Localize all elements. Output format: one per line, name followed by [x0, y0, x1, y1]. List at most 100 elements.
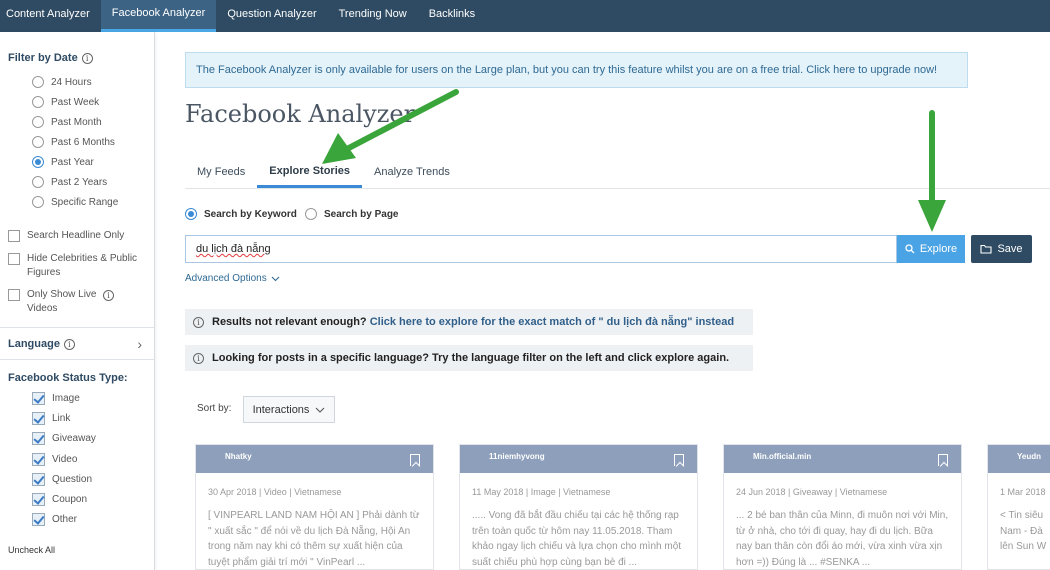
checkbox-other[interactable]: Other: [32, 513, 77, 526]
card-page-name[interactable]: 11niemhyvong: [489, 452, 545, 461]
sidebar-divider: [0, 327, 154, 328]
checkbox-checked-icon[interactable]: [32, 392, 45, 405]
checkbox-coupon[interactable]: Coupon: [32, 493, 87, 506]
info-icon[interactable]: i: [81, 52, 93, 64]
radio-past-6-months[interactable]: Past 6 Months: [32, 136, 115, 148]
radio-specific-range[interactable]: Specific Range: [32, 196, 118, 208]
tab-analyze-trends[interactable]: Analyze Trends: [362, 156, 462, 188]
save-button[interactable]: Save: [971, 235, 1032, 263]
checkbox-giveaway[interactable]: Giveaway: [32, 432, 96, 445]
radio-past-month[interactable]: Past Month: [32, 116, 102, 128]
upgrade-banner[interactable]: The Facebook Analyzer is only available …: [185, 52, 968, 88]
checkbox-checked-icon[interactable]: [32, 453, 45, 466]
info-icon[interactable]: i: [103, 290, 114, 301]
nav-backlinks[interactable]: Backlinks: [418, 0, 486, 27]
language-heading: Language: [8, 338, 60, 350]
chevron-right-icon: ›: [137, 336, 142, 352]
checkbox-image[interactable]: Image: [32, 392, 80, 405]
checkbox-label: Hide Celebrities & Public Figures: [27, 253, 138, 278]
radio-icon[interactable]: [32, 96, 44, 108]
filter-sidebar: Filter by Date i 24 Hours Past Week Past…: [0, 32, 155, 570]
uncheck-all-link[interactable]: Uncheck All: [8, 545, 55, 555]
checkbox-icon[interactable]: [8, 289, 20, 301]
tab-my-feeds[interactable]: My Feeds: [185, 156, 257, 188]
top-navigation: Content Analyzer Facebook Analyzer Quest…: [0, 0, 1050, 32]
checkbox-checked-icon[interactable]: [32, 412, 45, 425]
bookmark-icon[interactable]: [410, 454, 420, 466]
checkbox-icon[interactable]: [8, 230, 20, 242]
page-title: Facebook Analyzer: [185, 100, 416, 128]
radio-checked-icon[interactable]: [185, 208, 197, 220]
card-page-name[interactable]: Yeudn: [1017, 452, 1041, 461]
advanced-options-toggle[interactable]: Advanced Options: [185, 273, 280, 284]
radio-icon[interactable]: [32, 76, 44, 88]
radio-icon[interactable]: [32, 196, 44, 208]
radio-past-year[interactable]: Past Year: [32, 156, 94, 168]
checkbox-label: Giveaway: [52, 433, 96, 444]
nav-question-analyzer[interactable]: Question Analyzer: [216, 0, 327, 27]
checkbox-hide-celebrities[interactable]: Hide Celebrities & Public Figures: [8, 252, 148, 280]
radio-label: Search by Keyword: [204, 208, 297, 220]
radio-label: Search by Page: [324, 208, 399, 220]
checkbox-video[interactable]: Video: [32, 453, 77, 466]
card-text: ..... Vong đã bắt đầu chiếu tại các hệ t…: [472, 510, 682, 568]
radio-past-week[interactable]: Past Week: [32, 96, 99, 108]
bookmark-icon[interactable]: [938, 454, 948, 466]
radio-label: Past 2 Years: [51, 176, 108, 188]
bookmark-icon[interactable]: [674, 454, 684, 466]
card-meta: 11 May 2018 | Image | Vietnamese: [472, 487, 611, 497]
chevron-down-icon: [271, 276, 280, 281]
story-card[interactable]: 11niemhyvong 11 May 2018 | Image | Vietn…: [459, 444, 698, 570]
language-notice: i Looking for posts in a specific langua…: [185, 345, 753, 371]
checkbox-checked-icon[interactable]: [32, 493, 45, 506]
nav-trending-now[interactable]: Trending Now: [328, 0, 418, 27]
explore-label: Explore: [919, 243, 958, 255]
nav-content-analyzer[interactable]: Content Analyzer: [0, 0, 101, 27]
folder-icon: [980, 244, 993, 254]
search-input[interactable]: du lịch đà nẵng: [185, 235, 897, 263]
radio-search-by-keyword[interactable]: Search by Keyword: [185, 208, 297, 220]
card-page-name[interactable]: Nhatky: [225, 452, 252, 461]
card-meta: 1 Mar 2018: [1000, 487, 1046, 497]
checkbox-link[interactable]: Link: [32, 412, 70, 425]
radio-past-2-years[interactable]: Past 2 Years: [32, 176, 107, 188]
card-header: 11niemhyvong: [460, 445, 697, 473]
story-card[interactable]: Min.official.min 24 Jun 2018 | Giveaway …: [723, 444, 962, 570]
nav-facebook-analyzer[interactable]: Facebook Analyzer: [100, 0, 217, 32]
explore-button[interactable]: Explore: [897, 235, 965, 263]
sort-label: Sort by:: [197, 403, 232, 414]
tab-explore-stories[interactable]: Explore Stories: [257, 156, 362, 188]
checkbox-checked-icon[interactable]: [32, 513, 45, 526]
radio-label: 24 Hours: [51, 76, 92, 88]
checkbox-search-headline-only[interactable]: Search Headline Only: [8, 229, 124, 243]
checkbox-icon[interactable]: [8, 253, 20, 265]
card-meta: 24 Jun 2018 | Giveaway | Vietnamese: [736, 487, 888, 497]
checkbox-label: Other: [52, 514, 78, 525]
radio-label: Past Week: [51, 96, 100, 108]
checkbox-checked-icon[interactable]: [32, 473, 45, 486]
filter-by-date-label: Filter by Date: [8, 52, 78, 64]
checkbox-label: Link: [52, 413, 71, 424]
search-input-value: du lịch đà nẵng: [196, 243, 271, 255]
language-filter-toggle[interactable]: Language i ›: [8, 336, 148, 352]
analyzer-tabs: My Feeds Explore Stories Analyze Trends: [185, 156, 1050, 189]
filter-by-date-heading: Filter by Date i: [8, 52, 93, 64]
card-text: [ VINPEARL LAND NAM HỘI AN ] Phải dành t…: [208, 510, 420, 568]
radio-icon[interactable]: [32, 136, 44, 148]
card-page-name[interactable]: Min.official.min: [753, 452, 811, 461]
checkbox-checked-icon[interactable]: [32, 432, 45, 445]
chevron-down-icon: [316, 407, 325, 413]
info-icon[interactable]: i: [63, 338, 75, 350]
radio-icon[interactable]: [305, 208, 317, 220]
radio-label: Specific Range: [51, 196, 119, 208]
radio-24-hours[interactable]: 24 Hours: [32, 76, 92, 88]
radio-icon[interactable]: [32, 116, 44, 128]
sort-dropdown[interactable]: Interactions: [243, 396, 335, 423]
story-card[interactable]: Yeudn 1 Mar 2018 < Tin siêu Nam - Đà lên…: [987, 444, 1050, 570]
checkbox-question[interactable]: Question: [32, 473, 92, 486]
radio-search-by-page[interactable]: Search by Page: [305, 208, 398, 220]
radio-icon[interactable]: [32, 176, 44, 188]
exact-match-link[interactable]: Click here to explore for the exact matc…: [370, 316, 734, 328]
story-card[interactable]: Nhatky 30 Apr 2018 | Video | Vietnamese …: [195, 444, 434, 570]
radio-checked-icon[interactable]: [32, 156, 44, 168]
